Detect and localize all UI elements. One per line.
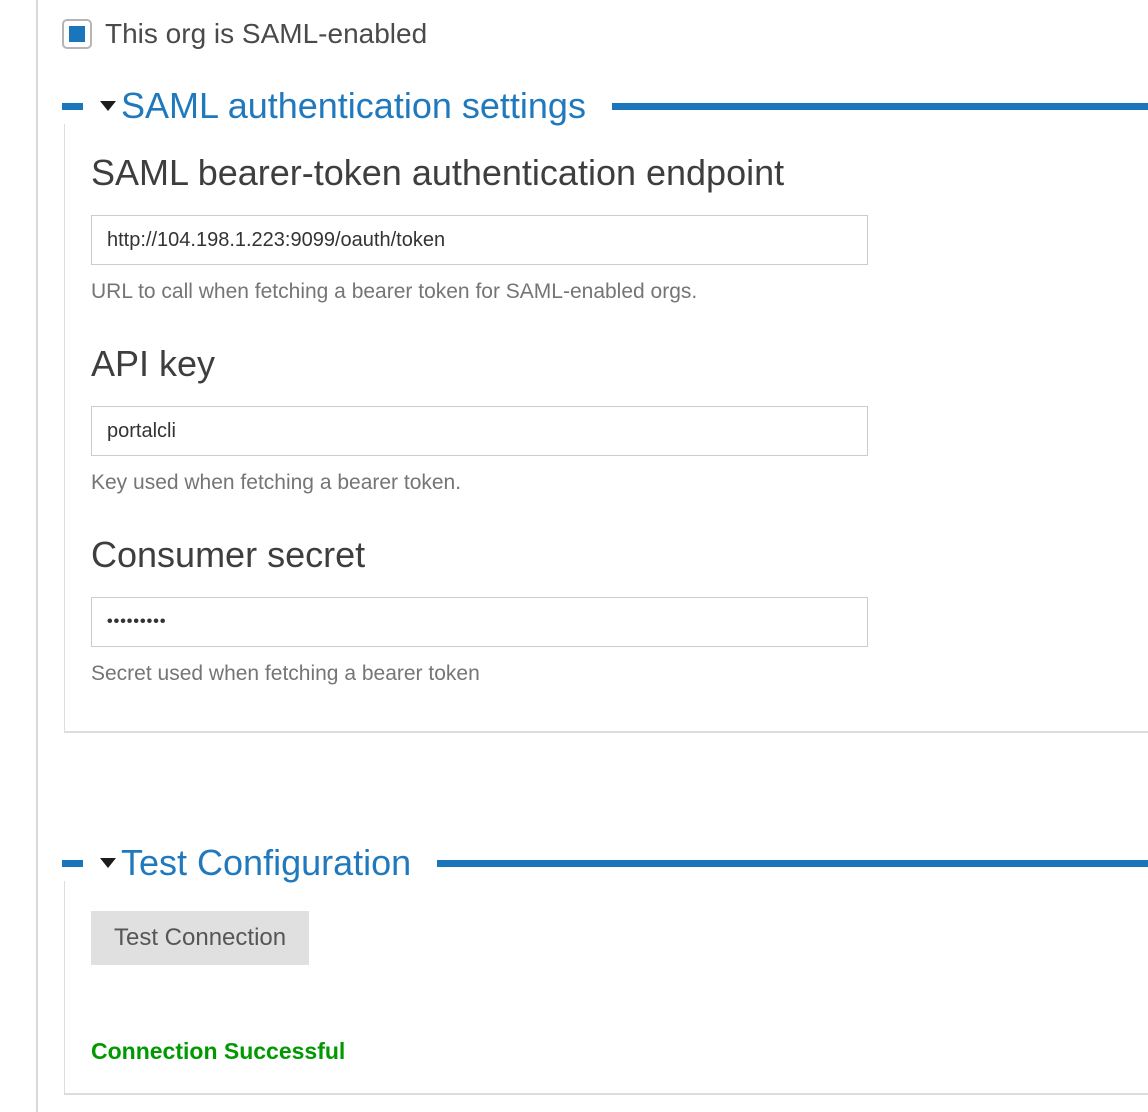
saml-section-header: SAML authentication settings <box>62 88 1148 124</box>
api-key-field: API key Key used when fetching a bearer … <box>91 341 1148 496</box>
test-connection-button[interactable]: Test Connection <box>91 911 309 965</box>
header-rule <box>437 860 1148 867</box>
collapse-caret-icon[interactable] <box>100 101 116 111</box>
test-section-title[interactable]: Test Configuration <box>121 842 411 884</box>
api-key-input[interactable] <box>91 406 868 456</box>
test-section-header: Test Configuration <box>62 845 1148 881</box>
saml-endpoint-label: SAML bearer-token authentication endpoin… <box>91 150 1148 195</box>
test-configuration-fieldset: Test Connection Connection Successful <box>64 881 1148 1095</box>
header-dash <box>62 860 83 867</box>
saml-endpoint-input[interactable] <box>91 215 868 265</box>
api-key-label: API key <box>91 341 1148 386</box>
section-gap <box>62 733 1148 845</box>
collapse-caret-icon[interactable] <box>100 858 116 868</box>
saml-endpoint-field: SAML bearer-token authentication endpoin… <box>91 150 1148 305</box>
consumer-secret-help: Secret used when fetching a bearer token <box>91 661 1148 687</box>
saml-section-title[interactable]: SAML authentication settings <box>121 85 586 127</box>
saml-enabled-row: This org is SAML-enabled <box>62 18 1148 50</box>
header-dash <box>62 103 83 110</box>
saml-enabled-label: This org is SAML-enabled <box>105 18 427 50</box>
api-key-help: Key used when fetching a bearer token. <box>91 470 1148 496</box>
settings-form: This org is SAML-enabled SAML authentica… <box>0 0 1148 1095</box>
header-rule <box>612 103 1148 110</box>
consumer-secret-field: Consumer secret Secret used when fetchin… <box>91 532 1148 687</box>
connection-status-message: Connection Successful <box>91 1037 1148 1065</box>
consumer-secret-input[interactable] <box>91 597 868 647</box>
saml-settings-fieldset: SAML bearer-token authentication endpoin… <box>64 124 1148 733</box>
saml-endpoint-help: URL to call when fetching a bearer token… <box>91 279 1148 305</box>
page-left-rule <box>36 0 38 1112</box>
checkbox-checked-mark-icon <box>69 26 85 42</box>
consumer-secret-label: Consumer secret <box>91 532 1148 577</box>
saml-enabled-checkbox[interactable] <box>62 19 92 49</box>
